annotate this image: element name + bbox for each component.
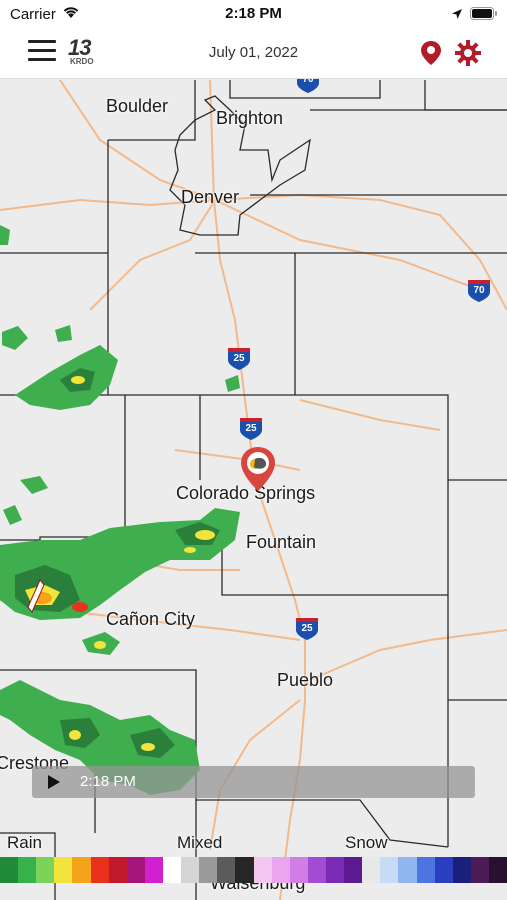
hamburger-icon — [28, 40, 56, 43]
shield-label: 25 — [245, 423, 257, 434]
legend-swatch — [235, 857, 254, 883]
legend-swatch — [398, 857, 417, 883]
shield-label: 70 — [473, 285, 485, 296]
legend-swatch — [162, 857, 182, 883]
legend-swatch — [199, 857, 218, 883]
legend-swatch — [470, 857, 489, 883]
settings-gear-icon[interactable] — [455, 40, 481, 66]
city-label: Brighton — [216, 108, 284, 128]
legend-swatch — [18, 857, 37, 883]
legend-swatch — [307, 857, 326, 883]
location-pin-icon[interactable] — [420, 40, 442, 66]
current-location-marker[interactable] — [238, 445, 278, 493]
legend-swatch — [72, 857, 91, 883]
precipitation-legend-bar — [0, 857, 507, 883]
location-arrow-icon — [452, 9, 462, 19]
status-bar: Carrier 2:18 PM — [0, 0, 507, 28]
city-label: Boulder — [106, 96, 169, 116]
legend-swatch — [126, 857, 145, 883]
legend-rain-label: Rain — [7, 833, 42, 852]
legend-swatch — [144, 857, 163, 883]
city-label: Cañon City — [106, 609, 196, 629]
legend-swatch — [54, 857, 73, 883]
battery-icon — [470, 7, 497, 20]
legend-swatch — [416, 857, 435, 883]
legend-swatch — [362, 857, 381, 883]
legend-swatch — [108, 857, 127, 883]
legend-mixed-label: Mixed — [177, 833, 223, 852]
legend-labels: Rain Mixed Snow — [0, 833, 507, 853]
legend-swatch — [380, 857, 399, 883]
radar-map[interactable]: 70 70 25 25 25 Boulder Brighton Denver C… — [0, 74, 507, 900]
radar-timeline[interactable]: 2:18 PM — [32, 766, 475, 798]
city-label: Denver — [181, 187, 240, 207]
legend-snow-label: Snow — [345, 833, 388, 852]
app-header: 13 KRDO July 01, 2022 — [0, 28, 507, 79]
city-label: Fountain — [246, 532, 317, 552]
shield-label: 25 — [301, 623, 313, 634]
legend-swatch — [36, 857, 55, 883]
legend-swatch — [344, 857, 363, 883]
legend-swatch — [452, 857, 471, 883]
legend-swatch — [488, 857, 507, 883]
legend-swatch — [90, 857, 109, 883]
shield-label: 25 — [233, 353, 245, 364]
legend-swatch — [271, 857, 290, 883]
legend-swatch — [253, 857, 272, 883]
legend-swatch — [289, 857, 308, 883]
legend-swatch — [217, 857, 236, 883]
legend-swatch — [434, 857, 453, 883]
legend-swatch — [325, 857, 345, 883]
play-icon[interactable] — [42, 772, 64, 792]
legend-swatch — [0, 857, 19, 883]
city-label: Pueblo — [277, 670, 334, 690]
timeline-time: 2:18 PM — [80, 773, 136, 790]
status-time: 2:18 PM — [225, 5, 282, 22]
legend-swatch — [181, 857, 200, 883]
